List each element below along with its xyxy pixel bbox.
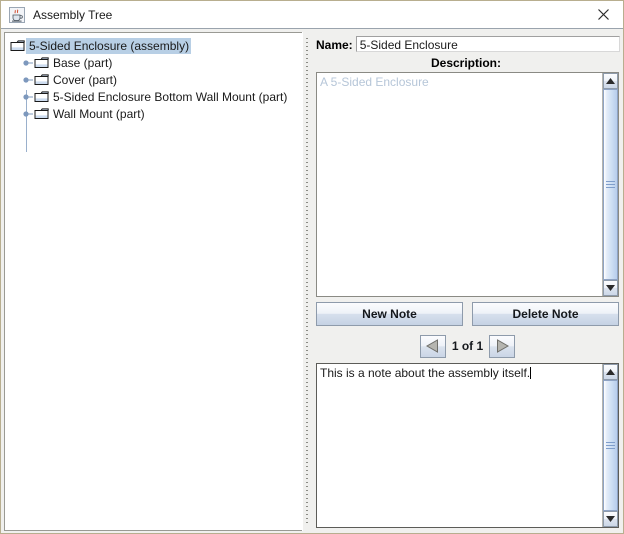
folder-icon	[10, 39, 26, 52]
tree-node-wall-mount[interactable]: Wall Mount (part)	[5, 105, 302, 122]
tree-node-label: Wall Mount (part)	[53, 106, 145, 121]
expand-handle-icon[interactable]	[18, 72, 34, 88]
description-scrollbar[interactable]	[602, 73, 618, 296]
text-caret	[530, 367, 532, 379]
divider-grip	[306, 38, 308, 525]
scrollbar-track[interactable]	[603, 380, 618, 511]
name-label: Name:	[312, 36, 356, 52]
delete-note-button[interactable]: Delete Note	[472, 302, 619, 326]
name-input[interactable]: 5-Sided Enclosure	[355, 36, 620, 52]
folder-icon	[34, 90, 50, 103]
folder-icon	[34, 73, 50, 86]
note-textarea-container[interactable]: This is a note about the assembly itself…	[316, 363, 619, 528]
note-action-buttons: New Note Delete Note	[316, 302, 619, 326]
window-title: Assembly Tree	[33, 7, 113, 22]
expand-handle-icon[interactable]	[18, 106, 34, 122]
detail-panel: Name: 5-Sided Enclosure Description: A 5…	[310, 32, 622, 531]
note-scrollbar[interactable]	[602, 364, 618, 527]
content-area: 5-Sided Enclosure (assembly) Base (part)…	[1, 29, 623, 533]
note-text-value: This is a note about the assembly itself…	[320, 366, 531, 380]
description-label: Description:	[430, 56, 501, 70]
tree-node-label: 5-Sided Enclosure Bottom Wall Mount (par…	[53, 89, 288, 104]
scroll-up-button[interactable]	[603, 364, 618, 380]
tree-node-label: Base (part)	[53, 55, 113, 70]
new-note-button[interactable]: New Note	[316, 302, 463, 326]
previous-note-button[interactable]	[419, 334, 446, 358]
tree-node-bottom-wall-mount[interactable]: 5-Sided Enclosure Bottom Wall Mount (par…	[5, 88, 302, 105]
scrollbar-grip	[606, 179, 615, 190]
scrollbar-track[interactable]	[603, 89, 618, 280]
close-button[interactable]	[581, 1, 623, 28]
close-icon	[597, 9, 609, 20]
tree-node-base[interactable]: Base (part)	[5, 54, 302, 71]
tree-node-label: Cover (part)	[53, 72, 118, 87]
title-bar: Assembly Tree	[1, 1, 623, 29]
triangle-down-icon	[606, 516, 615, 522]
assembly-tree-panel[interactable]: 5-Sided Enclosure (assembly) Base (part)…	[4, 32, 302, 531]
expand-handle-icon[interactable]	[18, 89, 34, 105]
name-row: Name: 5-Sided Enclosure	[311, 35, 621, 53]
assembly-tree-window: Assembly Tree 5-Sided Enclosure (assembl…	[0, 0, 624, 534]
scrollbar-thumb[interactable]	[603, 380, 618, 511]
scrollbar-grip	[606, 440, 615, 451]
triangle-down-icon	[606, 285, 615, 291]
note-textarea[interactable]: This is a note about the assembly itself…	[317, 364, 608, 383]
scroll-up-button[interactable]	[603, 73, 618, 89]
triangle-left-icon	[426, 339, 439, 353]
scroll-down-button[interactable]	[603, 280, 618, 296]
java-coffee-cup-icon	[9, 6, 25, 23]
triangle-up-icon	[606, 369, 615, 375]
description-textarea-container[interactable]: A 5-Sided Enclosure	[316, 72, 619, 297]
triangle-right-icon	[496, 339, 509, 353]
tree-node-root[interactable]: 5-Sided Enclosure (assembly)	[5, 37, 302, 54]
page-indicator: 1 of 1	[451, 339, 484, 353]
note-pager: 1 of 1	[316, 334, 619, 358]
scrollbar-thumb[interactable]	[603, 89, 618, 280]
folder-icon	[34, 107, 50, 120]
tree-node-cover[interactable]: Cover (part)	[5, 71, 302, 88]
tree-node-root-label: 5-Sided Enclosure (assembly)	[26, 37, 192, 54]
description-textarea[interactable]: A 5-Sided Enclosure	[317, 73, 608, 92]
triangle-up-icon	[606, 78, 615, 84]
folder-icon	[34, 56, 50, 69]
expand-handle-icon[interactable]	[18, 55, 34, 71]
scroll-down-button[interactable]	[603, 511, 618, 527]
next-note-button[interactable]	[489, 334, 516, 358]
